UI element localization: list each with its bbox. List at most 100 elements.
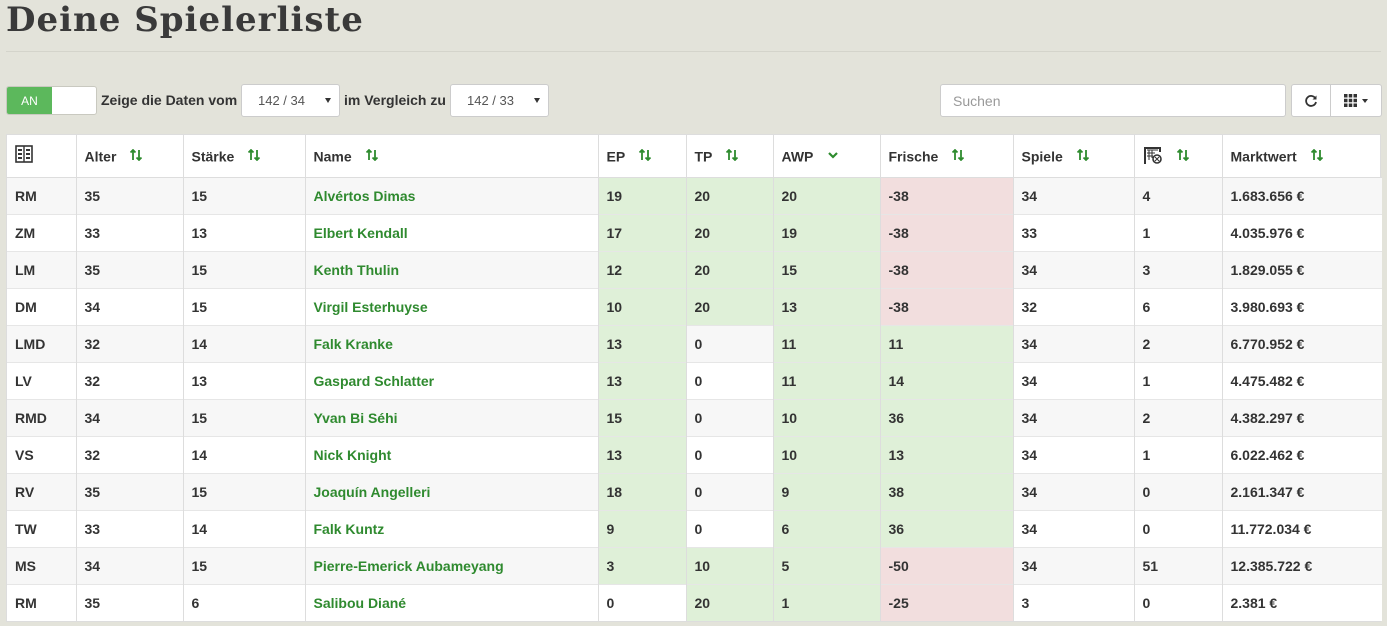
cell-marktwert: 4.475.482 € [1222,361,1382,399]
cell-tore: 3 [1134,250,1223,288]
header-name[interactable]: Name [305,135,599,178]
cell-staerke: 15 [183,546,306,584]
cell-frische: 38 [880,472,1014,510]
cell-tp: 0 [686,472,774,510]
cell-alter: 33 [76,213,184,251]
player-name-link[interactable]: Yvan Bi Séhi [305,398,599,436]
header-label: Spiele [1021,148,1063,165]
date-from-label: Zeige die Daten vom [101,92,238,108]
header-staerke[interactable]: Stärke [183,135,306,178]
player-name-link[interactable]: Joaquín Angelleri [305,472,599,510]
header-alter[interactable]: Alter [76,135,184,178]
player-name-link[interactable]: Falk Kranke [305,324,599,362]
sort-desc-icon [827,148,839,164]
header-ep[interactable]: EP [598,135,687,178]
cell-marktwert: 4.035.976 € [1222,213,1382,251]
cell-ep: 3 [598,546,687,584]
cell-marktwert: 1.829.055 € [1222,250,1382,288]
player-name-link[interactable]: Gaspard Schlatter [305,361,599,399]
cell-alter: 34 [76,287,184,325]
header-label: EP [606,148,626,165]
cell-spiele: 34 [1013,546,1135,584]
cell-tore: 6 [1134,287,1223,325]
cell-spiele: 34 [1013,361,1135,399]
chevron-down-icon [325,98,331,103]
cell-tore: 51 [1134,546,1223,584]
player-name-link[interactable]: Elbert Kendall [305,213,599,251]
cell-tore: 0 [1134,583,1223,621]
sort-icon [1310,148,1323,164]
cell-tore: 1 [1134,213,1223,251]
search-input[interactable] [940,84,1286,117]
cell-tp: 10 [686,546,774,584]
compare-label: im Vergleich zu [344,92,446,108]
cell-frische: 11 [880,324,1014,362]
cell-ep: 10 [598,287,687,325]
cell-alter: 35 [76,472,184,510]
compare-select[interactable]: 142 / 33 [450,84,549,117]
cell-spiele: 34 [1013,250,1135,288]
table-row: DM 34 15 Virgil Esterhuyse 10 20 13 -38 32 6 3.980… [7,287,1382,325]
cell-tp: 20 [686,176,774,214]
cell-marktwert: 2.161.347 € [1222,472,1382,510]
table-row: LM 35 15 Kenth Thulin 12 20 15 -38 34 3 1.829.055 … [7,250,1382,288]
cell-ep: 0 [598,583,687,621]
player-table: Alter Stärke Name EP TP AWP Frische Spie… [6,134,1382,622]
cell-frische: -38 [880,213,1014,251]
header-label: TP [694,148,713,165]
table-row: TW 33 14 Falk Kuntz 9 0 6 36 34 0 11.772.034 € [7,509,1382,547]
table-row: RM 35 15 Alvértos Dimas 19 20 20 -38 34 4 1.683.65… [7,176,1382,214]
cell-spiele: 3 [1013,583,1135,621]
header-position[interactable] [7,135,77,178]
cell-staerke: 15 [183,472,306,510]
player-name-link[interactable]: Virgil Esterhuyse [305,287,599,325]
player-name-link[interactable]: Falk Kuntz [305,509,599,547]
cell-frische: 36 [880,509,1014,547]
table-row: RMD 34 15 Yvan Bi Séhi 15 0 10 36 34 2 4.382.297 € [7,398,1382,436]
refresh-icon [1305,94,1317,107]
header-tore[interactable] [1134,135,1223,178]
columns-button[interactable] [1330,84,1382,117]
player-name-link[interactable]: Pierre-Emerick Aubameyang [305,546,599,584]
cell-tore: 0 [1134,472,1223,510]
table-row: ZM 33 13 Elbert Kendall 17 20 19 -38 33 1 4.035.97… [7,213,1382,251]
header-awp[interactable]: AWP [773,135,881,178]
header-marktwert[interactable]: Marktwert [1222,135,1382,178]
cell-alter: 35 [76,583,184,621]
goal-icon [1143,146,1162,164]
cell-tore: 0 [1134,509,1223,547]
header-label: Stärke [191,148,235,165]
player-name-link[interactable]: Kenth Thulin [305,250,599,288]
sort-icon [248,148,261,164]
cell-spiele: 34 [1013,472,1135,510]
cell-tp: 0 [686,361,774,399]
cell-spiele: 34 [1013,176,1135,214]
date-from-select[interactable]: 142 / 34 [241,84,340,117]
cell-awp: 5 [773,546,881,584]
cell-tp: 20 [686,250,774,288]
refresh-button[interactable] [1291,84,1331,117]
header-label: Marktwert [1230,148,1297,165]
cell-spiele: 34 [1013,509,1135,547]
cell-tore: 4 [1134,176,1223,214]
cell-ep: 15 [598,398,687,436]
header-tp[interactable]: TP [686,135,774,178]
cell-tp: 20 [686,287,774,325]
player-name-link[interactable]: Alvértos Dimas [305,176,599,214]
cell-awp: 11 [773,324,881,362]
data-toggle[interactable]: AN [6,86,97,115]
cell-ep: 17 [598,213,687,251]
cell-ep: 18 [598,472,687,510]
player-name-link[interactable]: Salibou Diané [305,583,599,621]
cell-alter: 34 [76,546,184,584]
header-frische[interactable]: Frische [880,135,1014,178]
sort-icon [639,148,652,164]
cell-frische: -38 [880,250,1014,288]
header-spiele[interactable]: Spiele [1013,135,1135,178]
cell-spiele: 32 [1013,287,1135,325]
player-name-link[interactable]: Nick Knight [305,435,599,473]
cell-spiele: 34 [1013,324,1135,362]
sort-icon [1176,148,1189,164]
cell-awp: 19 [773,213,881,251]
header-label: Frische [888,148,939,165]
